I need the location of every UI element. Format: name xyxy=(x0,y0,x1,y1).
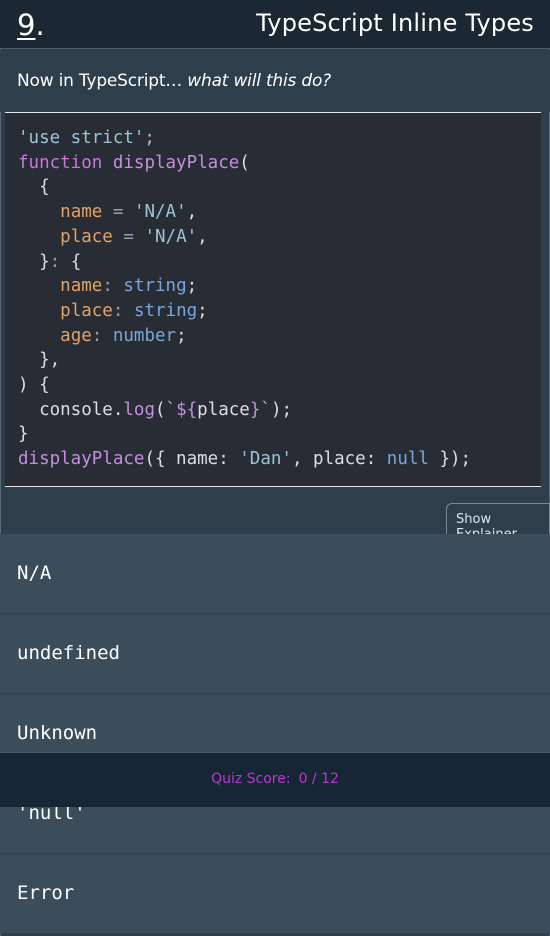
question-header: 9. TypeScript Inline Types xyxy=(0,0,550,49)
code-token-keyword: function xyxy=(18,152,103,173)
code-line-9: age: number; xyxy=(60,325,187,346)
question-number-suffix: . xyxy=(35,8,45,42)
answer-option-1[interactable]: N/A xyxy=(0,534,550,614)
prompt-emphasis: what will this do? xyxy=(187,71,331,91)
code-line-10: }, xyxy=(18,350,61,371)
code-line-5: place = 'N/A', xyxy=(60,226,208,247)
code-line-11: ) { xyxy=(18,375,50,396)
code-line-12: console.log(`${place}`); xyxy=(39,399,293,420)
quiz-score-bar: Quiz Score: 0 / 12 xyxy=(0,752,550,807)
answer-option-5[interactable]: Error xyxy=(0,854,550,934)
code-line-14: displayPlace({ name: 'Dan', place: null … xyxy=(18,449,472,470)
code-line-7: name: string; xyxy=(60,276,198,297)
show-explainer-button[interactable]: Show Explainer xyxy=(446,503,550,542)
question-number: 9. xyxy=(17,8,45,42)
quiz-score-label: Quiz Score: xyxy=(211,771,291,787)
quiz-score-value: 0 / 12 xyxy=(298,771,339,787)
question-number-value: 9 xyxy=(17,8,36,42)
code-listing: 'use strict'; function displayPlace( { n… xyxy=(18,126,541,472)
question-title: TypeScript Inline Types xyxy=(256,9,534,37)
answer-option-2[interactable]: undefined xyxy=(0,614,550,694)
code-line-1: 'use strict'; xyxy=(18,128,155,148)
code-block: 'use strict'; function displayPlace( { n… xyxy=(5,112,541,487)
code-line-13: } xyxy=(18,424,29,445)
code-line-6: }: { xyxy=(39,251,82,272)
question-prompt: Now in TypeScript… what will this do? xyxy=(17,71,331,91)
answer-options: N/A undefined Unknown 'null' Error xyxy=(0,534,550,934)
code-line-4: name = 'N/A', xyxy=(60,202,198,223)
code-token-fn: displayPlace xyxy=(112,152,240,173)
prompt-lead: Now in TypeScript… xyxy=(17,71,188,91)
code-line-2: function displayPlace( xyxy=(18,152,250,173)
code-line-3: { xyxy=(18,177,50,198)
code-line-8: place: string; xyxy=(60,300,208,321)
